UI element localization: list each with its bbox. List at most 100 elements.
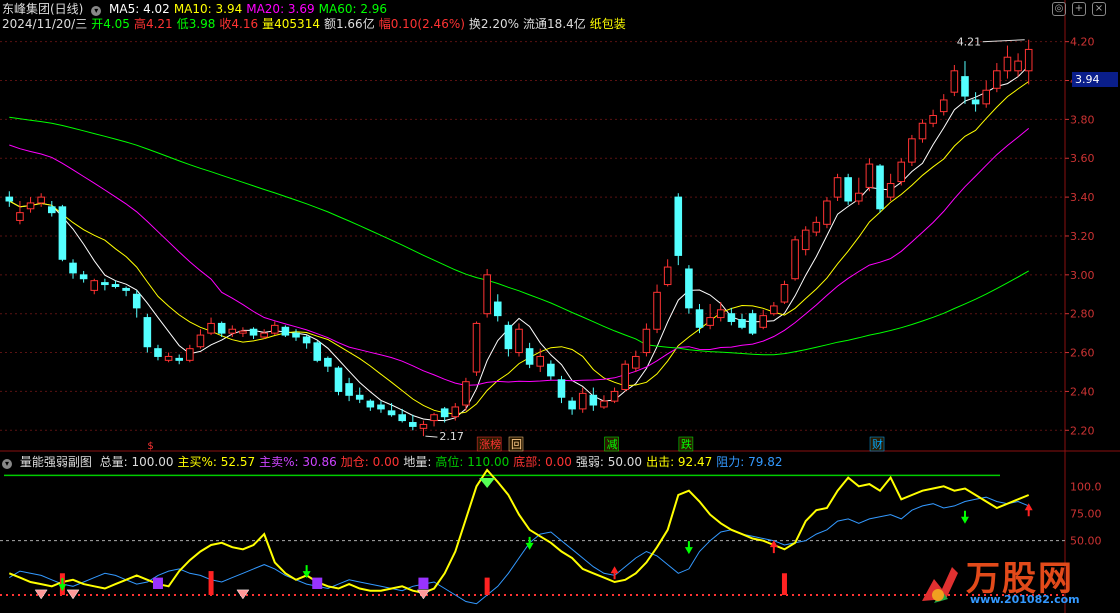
candlestick[interactable]	[536, 348, 545, 372]
candlestick[interactable]	[26, 197, 35, 213]
candlestick[interactable]	[695, 303, 704, 334]
candlestick[interactable]	[483, 269, 491, 318]
candlestick[interactable]	[1024, 39, 1033, 85]
candlestick[interactable]	[493, 294, 502, 322]
candlestick[interactable]	[525, 342, 534, 369]
candlestick[interactable]	[653, 284, 661, 334]
candlestick[interactable]	[207, 317, 215, 336]
candlestick[interactable]	[122, 286, 130, 297]
candlestick[interactable]	[876, 164, 884, 213]
candlestick[interactable]	[345, 377, 353, 402]
candlestick[interactable]	[961, 61, 969, 104]
candlestick[interactable]	[791, 235, 799, 281]
candlestick[interactable]	[270, 321, 279, 336]
candlestick[interactable]	[313, 340, 322, 363]
candlestick[interactable]	[355, 387, 364, 404]
candlestick[interactable]	[621, 360, 629, 392]
candlestick[interactable]	[292, 329, 300, 341]
candlestick[interactable]	[706, 303, 714, 330]
candlestick[interactable]	[642, 323, 651, 357]
candlestick[interactable]	[249, 327, 258, 339]
candlestick[interactable]	[5, 191, 14, 207]
candlestick[interactable]	[16, 200, 24, 225]
candlestick[interactable]	[674, 193, 683, 266]
candlestick[interactable]	[504, 321, 513, 357]
close-icon[interactable]: ×	[1092, 2, 1106, 16]
candlestick[interactable]	[515, 323, 523, 357]
candlestick[interactable]	[324, 356, 332, 372]
candlestick[interactable]	[377, 401, 385, 413]
candlestick[interactable]	[419, 420, 428, 437]
candlestick[interactable]	[908, 134, 916, 167]
candlestick[interactable]	[1014, 53, 1022, 77]
candlestick[interactable]	[844, 173, 852, 205]
candlestick[interactable]	[430, 412, 438, 427]
candlestick[interactable]	[47, 200, 56, 217]
dropdown-arrow-icon[interactable]: ▾	[91, 6, 102, 16]
candlestick[interactable]	[58, 204, 67, 262]
candlestick[interactable]	[239, 327, 247, 338]
candlestick[interactable]	[770, 302, 778, 316]
event-marker[interactable]: 财	[872, 437, 883, 451]
candlestick[interactable]	[865, 158, 874, 192]
candlestick[interactable]	[780, 280, 789, 304]
candlestick[interactable]	[132, 290, 141, 318]
candlestick[interactable]	[557, 375, 566, 404]
candlestick[interactable]	[738, 313, 746, 330]
candlestick[interactable]	[855, 177, 863, 205]
candlestick[interactable]	[812, 216, 821, 236]
candlestick[interactable]	[950, 64, 959, 97]
candlestick[interactable]	[69, 259, 77, 279]
indicator-dropdown-icon[interactable]: ▾	[2, 459, 12, 469]
candlestick[interactable]	[918, 119, 927, 143]
candlestick[interactable]	[462, 377, 470, 411]
event-marker[interactable]: 减	[607, 438, 618, 451]
candlestick[interactable]	[897, 158, 906, 186]
candlestick[interactable]	[929, 109, 937, 128]
stock-name[interactable]: 东峰集团(日线)	[2, 2, 83, 16]
candlestick[interactable]	[260, 329, 268, 339]
candlestick[interactable]	[1003, 45, 1012, 79]
candlestick[interactable]	[632, 350, 640, 372]
candlestick[interactable]	[568, 397, 576, 415]
candlestick[interactable]	[175, 354, 183, 365]
candlestick[interactable]	[716, 302, 725, 322]
settings-icon[interactable]: ◎	[1052, 2, 1066, 16]
candlestick[interactable]	[143, 313, 152, 353]
candlestick[interactable]	[801, 226, 810, 256]
candlestick[interactable]	[387, 403, 396, 417]
candlestick[interactable]	[79, 270, 88, 283]
candlestick[interactable]	[409, 414, 417, 431]
candlestick[interactable]	[281, 325, 290, 338]
candlestick[interactable]	[727, 307, 736, 326]
candlestick[interactable]	[823, 197, 831, 229]
candlestick[interactable]	[833, 173, 842, 201]
candlestick[interactable]	[547, 360, 555, 380]
candlestick[interactable]	[196, 329, 205, 349]
event-marker[interactable]: 跌	[681, 437, 692, 451]
candlestick[interactable]	[472, 321, 481, 376]
candlestick[interactable]	[610, 387, 619, 404]
candlestick[interactable]	[186, 344, 194, 363]
candlestick[interactable]	[993, 63, 1001, 93]
candlestick[interactable]	[90, 278, 99, 295]
candlestick[interactable]	[600, 395, 608, 409]
candlestick[interactable]	[663, 259, 672, 287]
candlestick[interactable]	[164, 352, 173, 363]
candlestick[interactable]	[685, 265, 693, 314]
event-marker[interactable]: 涨榜	[479, 437, 501, 451]
candlestick[interactable]	[982, 80, 991, 108]
candlestick[interactable]	[101, 278, 109, 291]
zoom-in-icon[interactable]: +	[1072, 2, 1086, 16]
candlestick[interactable]	[759, 309, 768, 330]
candlestick[interactable]	[302, 335, 311, 349]
candlestick[interactable]	[366, 399, 375, 411]
event-marker[interactable]: 回	[511, 438, 522, 451]
candlestick[interactable]	[154, 344, 162, 361]
candlestick[interactable]	[334, 366, 343, 396]
candlestick[interactable]	[748, 309, 757, 336]
candlestick[interactable]	[886, 173, 895, 201]
candlestick[interactable]	[971, 92, 980, 112]
candlestick[interactable]	[939, 94, 948, 116]
candlestick[interactable]	[37, 193, 45, 207]
